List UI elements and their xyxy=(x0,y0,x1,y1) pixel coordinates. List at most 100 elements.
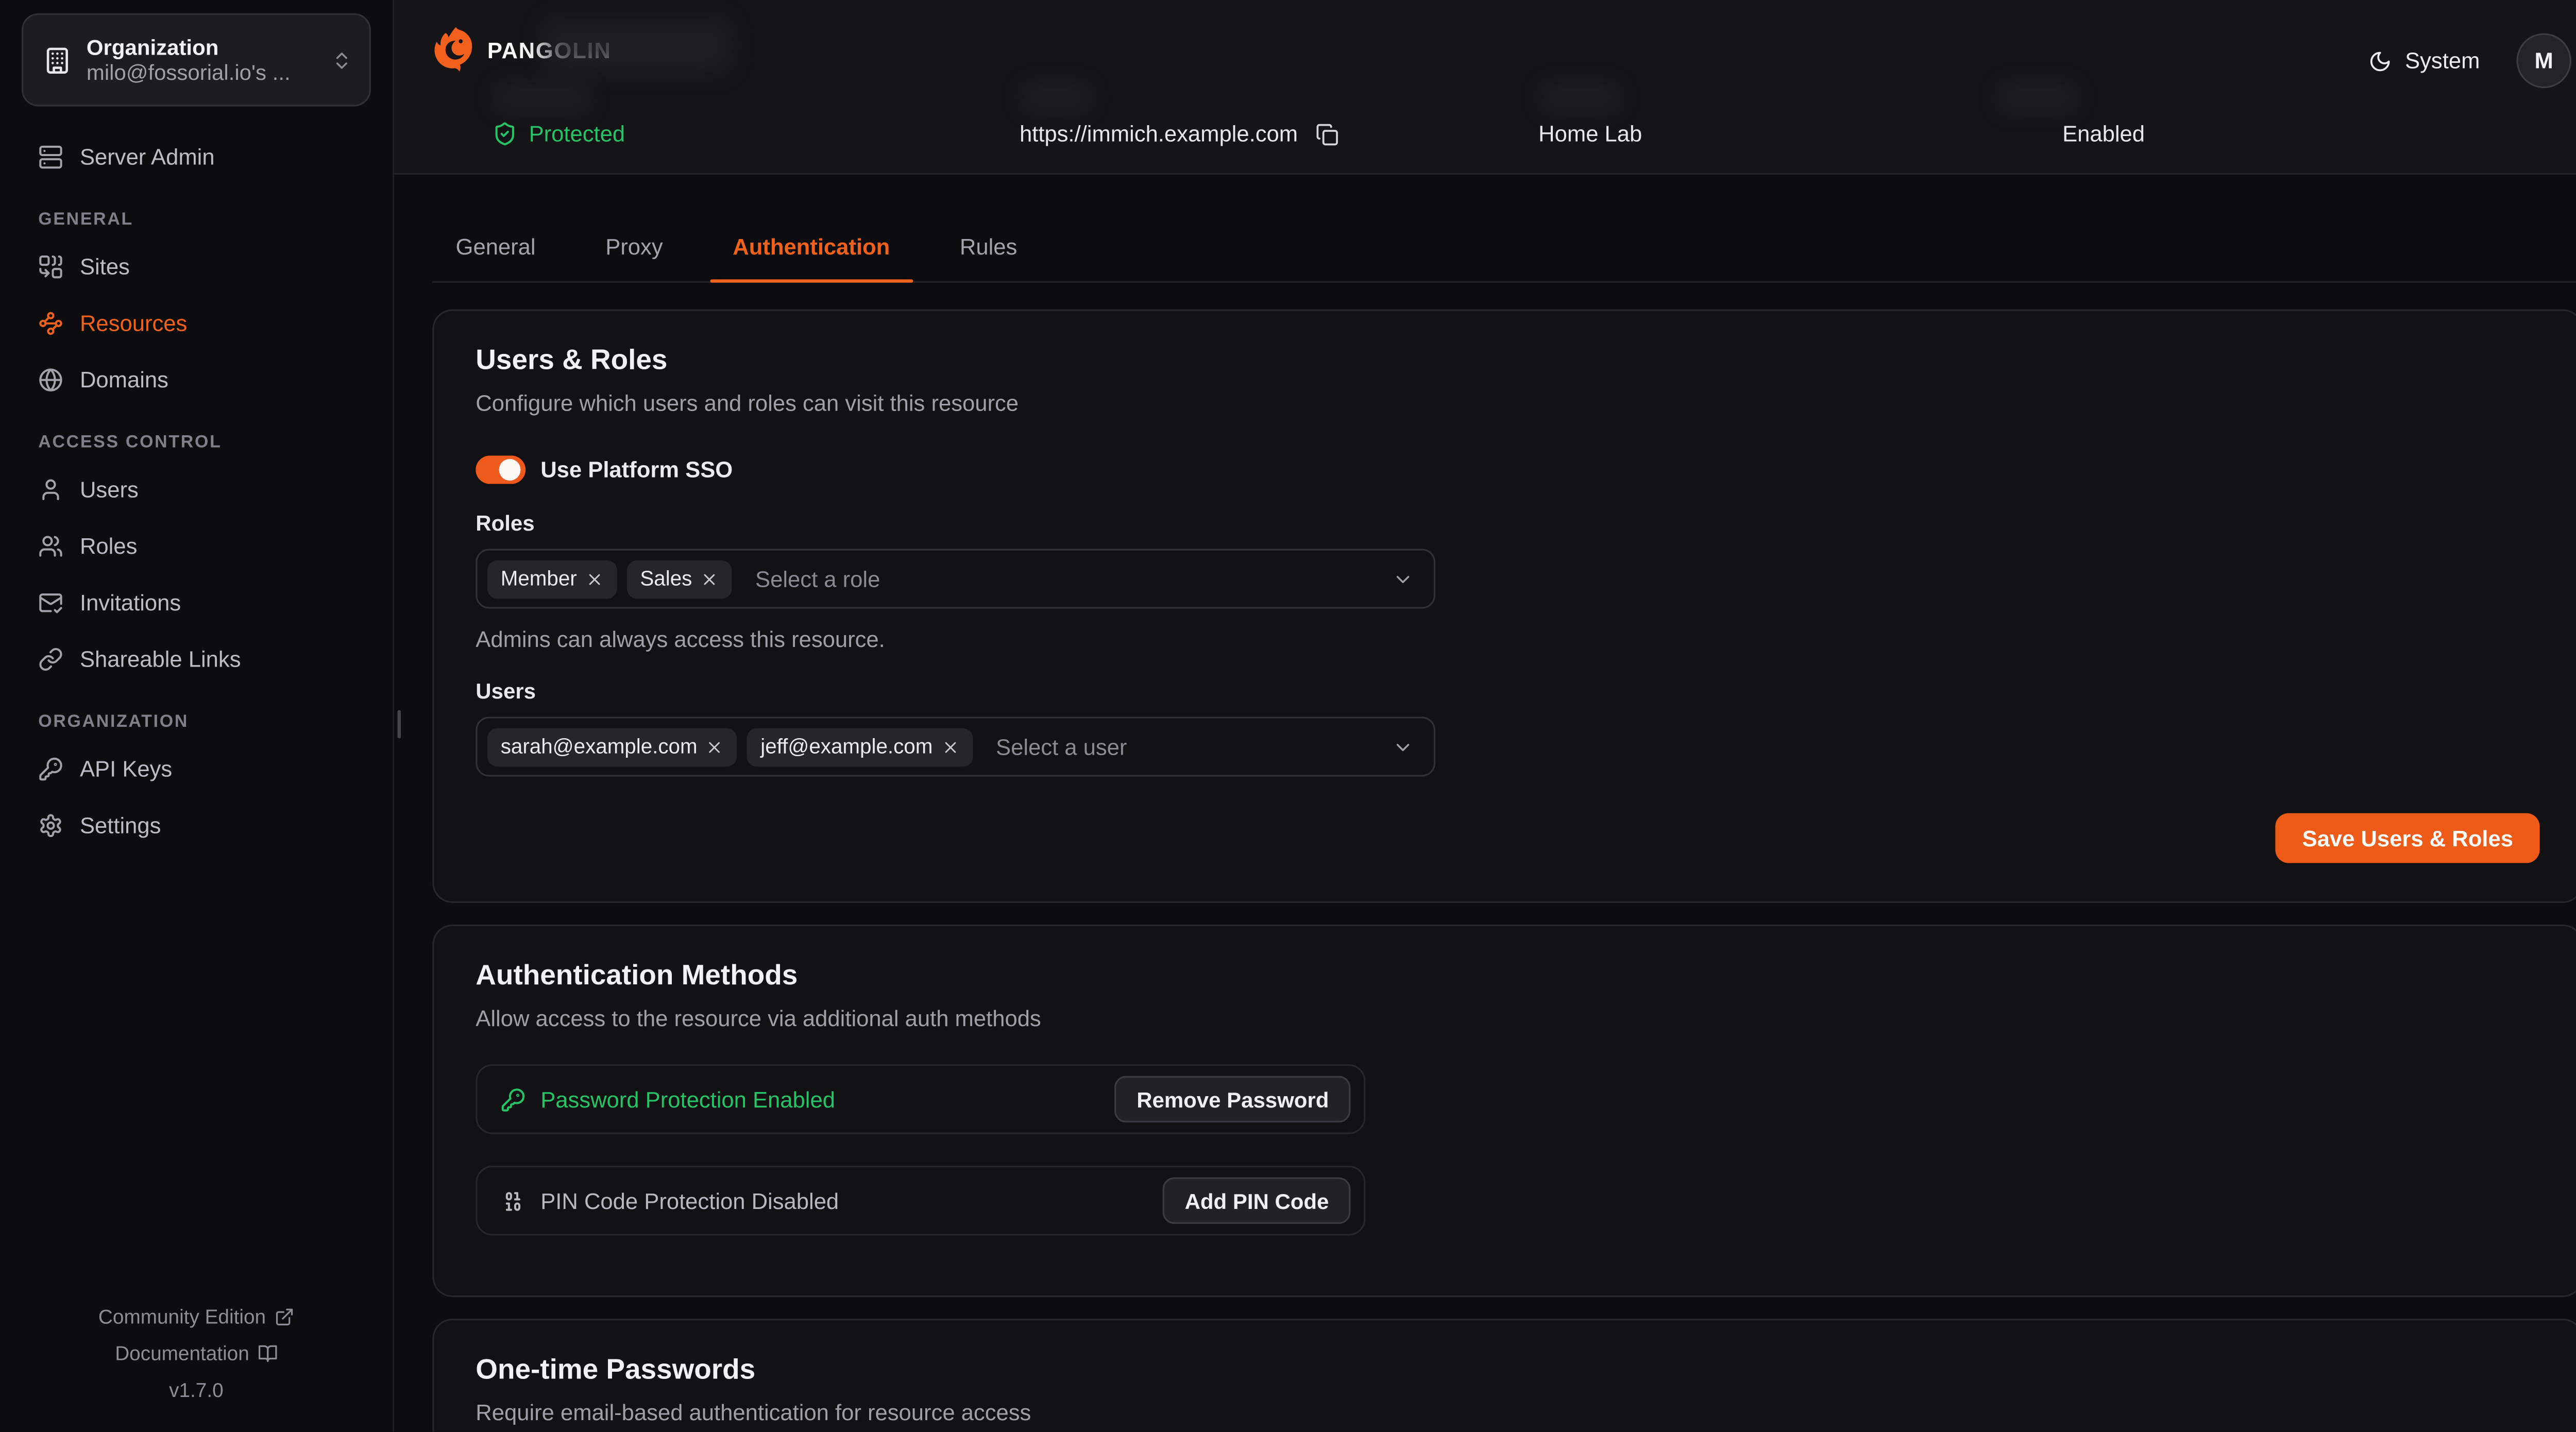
users-roles-card-body: Users & Roles Configure which users and … xyxy=(434,311,2576,810)
users-roles-title: Users & Roles xyxy=(476,344,2539,378)
avatar[interactable]: M xyxy=(2516,33,2571,89)
sidebar-section-general: GENERAL xyxy=(38,210,371,230)
resource-url: https://immich.example.com xyxy=(1020,122,1340,146)
chevron-down-icon xyxy=(1392,568,1414,589)
external-link-icon xyxy=(274,1307,294,1327)
sidebar-item-roles[interactable]: Roles xyxy=(22,522,371,569)
tab-proxy[interactable]: Proxy xyxy=(582,213,686,281)
sidebar-item-resources[interactable]: Resources xyxy=(22,299,371,346)
sidebar-item-api-keys[interactable]: API Keys xyxy=(22,745,371,791)
sidebar-item-label: Shareable Links xyxy=(80,646,241,671)
link-icon xyxy=(38,646,63,671)
organization-picker[interactable]: Organization milo@fossorial.io's ... xyxy=(22,13,371,107)
sidebar-item-label: API Keys xyxy=(80,756,172,780)
platform-sso-switch[interactable] xyxy=(476,456,526,484)
resource-tabs: General Proxy Authentication Rules xyxy=(432,213,2576,283)
otp-card: One-time Passwords Require email-based a… xyxy=(432,1319,2576,1432)
password-protection-status: Password Protection Enabled xyxy=(501,1087,835,1112)
roles-select-placeholder: Select a role xyxy=(755,566,880,591)
version-label: v1.7.0 xyxy=(0,1372,393,1408)
documentation-link[interactable]: Documentation xyxy=(0,1335,393,1372)
user-chip-label: sarah@example.com xyxy=(501,735,698,758)
remove-chip-icon[interactable] xyxy=(701,570,719,588)
resource-site-text: Home Lab xyxy=(1538,122,1642,146)
sidebar-section-access-control: ACCESS CONTROL xyxy=(38,432,371,452)
community-edition-link[interactable]: Community Edition xyxy=(0,1299,393,1335)
otp-title: One-time Passwords xyxy=(476,1354,2539,1387)
sidebar-item-settings[interactable]: Settings xyxy=(22,802,371,848)
sidebar-item-label: Resources xyxy=(80,310,187,335)
sidebar-item-server-admin[interactable]: Server Admin xyxy=(22,133,371,179)
tab-label: Proxy xyxy=(605,234,663,259)
sidebar-item-label: Settings xyxy=(80,812,161,837)
redacted-column-label xyxy=(1999,85,2076,110)
save-users-roles-button[interactable]: Save Users & Roles xyxy=(2276,813,2540,863)
tab-general[interactable]: General xyxy=(432,213,558,281)
remove-password-button[interactable]: Remove Password xyxy=(1115,1076,1350,1122)
sidebar-item-shareable-links[interactable]: Shareable Links xyxy=(22,635,371,681)
auth-methods-card: Authentication Methods Allow access to t… xyxy=(432,925,2576,1297)
book-open-icon xyxy=(258,1343,278,1363)
sidebar-item-invitations[interactable]: Invitations xyxy=(22,578,371,625)
remove-chip-icon[interactable] xyxy=(585,570,604,588)
add-pin-code-button[interactable]: Add PIN Code xyxy=(1163,1178,1351,1224)
auth-methods-subtitle: Allow access to the resource via additio… xyxy=(476,1006,2539,1031)
users-roles-subtitle: Configure which users and roles can visi… xyxy=(476,391,2539,416)
chevron-down-icon xyxy=(1392,736,1414,758)
auth-methods-title: Authentication Methods xyxy=(476,960,2539,993)
sidebar-footer: Community Edition Documentation v1.7.0 xyxy=(0,1299,393,1431)
redacted-column-label xyxy=(496,85,589,110)
users-icon xyxy=(38,533,63,558)
redacted-resource-name xyxy=(546,22,728,70)
organization-value: milo@fossorial.io's ... xyxy=(87,59,331,86)
auth-methods-card-body: Authentication Methods Allow access to t… xyxy=(434,926,2576,1269)
globe-icon xyxy=(38,367,63,391)
sidebar-item-users[interactable]: Users xyxy=(22,466,371,512)
resource-header: PANGOLIN Protected https://immich.exampl… xyxy=(393,0,2576,175)
theme-selector[interactable]: System xyxy=(2368,48,2480,73)
community-edition-label: Community Edition xyxy=(98,1305,266,1328)
role-chip: Member xyxy=(487,559,617,598)
sidebar-item-label: Invitations xyxy=(80,589,181,614)
roles-field-label: Roles xyxy=(476,510,2539,535)
moon-icon xyxy=(2368,49,2392,72)
admins-note: Admins can always access this resource. xyxy=(476,627,2539,652)
mail-check-icon xyxy=(38,589,63,614)
sidebar-resize-handle[interactable] xyxy=(398,710,401,738)
server-icon xyxy=(38,144,63,168)
sidebar-item-label: Roles xyxy=(80,533,137,558)
sidebar-item-sites[interactable]: Sites xyxy=(22,243,371,289)
waypoints-icon xyxy=(38,310,63,335)
remove-chip-icon[interactable] xyxy=(941,738,960,756)
remove-chip-icon[interactable] xyxy=(706,738,724,756)
organization-label: Organization xyxy=(87,34,331,59)
user-chip-label: jeff@example.com xyxy=(760,735,933,758)
protection-status-text: Protected xyxy=(529,122,625,146)
redacted-column-label xyxy=(1542,85,1619,110)
organization-texts: Organization milo@fossorial.io's ... xyxy=(87,34,331,86)
version-text: v1.7.0 xyxy=(169,1378,224,1402)
user-chip: jeff@example.com xyxy=(747,727,972,765)
roles-select[interactable]: Member Sales Select a role xyxy=(476,549,1435,608)
users-select[interactable]: sarah@example.com jeff@example.com Selec… xyxy=(476,717,1435,776)
otp-subtitle: Require email-based authentication for r… xyxy=(476,1400,2539,1425)
tab-label: Rules xyxy=(960,234,1017,259)
tab-authentication[interactable]: Authentication xyxy=(709,213,913,281)
tab-label: Authentication xyxy=(733,234,890,259)
users-select-placeholder: Select a user xyxy=(996,734,1127,759)
platform-sso-toggle-row: Use Platform SSO xyxy=(476,456,2539,484)
user-chip: sarah@example.com xyxy=(487,727,737,765)
sidebar-item-domains[interactable]: Domains xyxy=(22,356,371,402)
sidebar-spacer xyxy=(0,858,393,1299)
resource-url-text: https://immich.example.com xyxy=(1020,122,1298,146)
combine-icon xyxy=(38,253,63,278)
pin-protection-status: PIN Code Protection Disabled xyxy=(501,1188,839,1213)
tab-rules[interactable]: Rules xyxy=(937,213,1041,281)
users-roles-card: Users & Roles Configure which users and … xyxy=(432,309,2576,903)
copy-icon[interactable] xyxy=(1316,122,1340,145)
sidebar-item-label: Users xyxy=(80,476,139,501)
sidebar-item-label: Server Admin xyxy=(80,144,215,168)
pin-protection-row: PIN Code Protection Disabled Add PIN Cod… xyxy=(476,1166,1365,1236)
sidebar-item-label: Domains xyxy=(80,367,168,391)
building-icon xyxy=(43,46,72,74)
